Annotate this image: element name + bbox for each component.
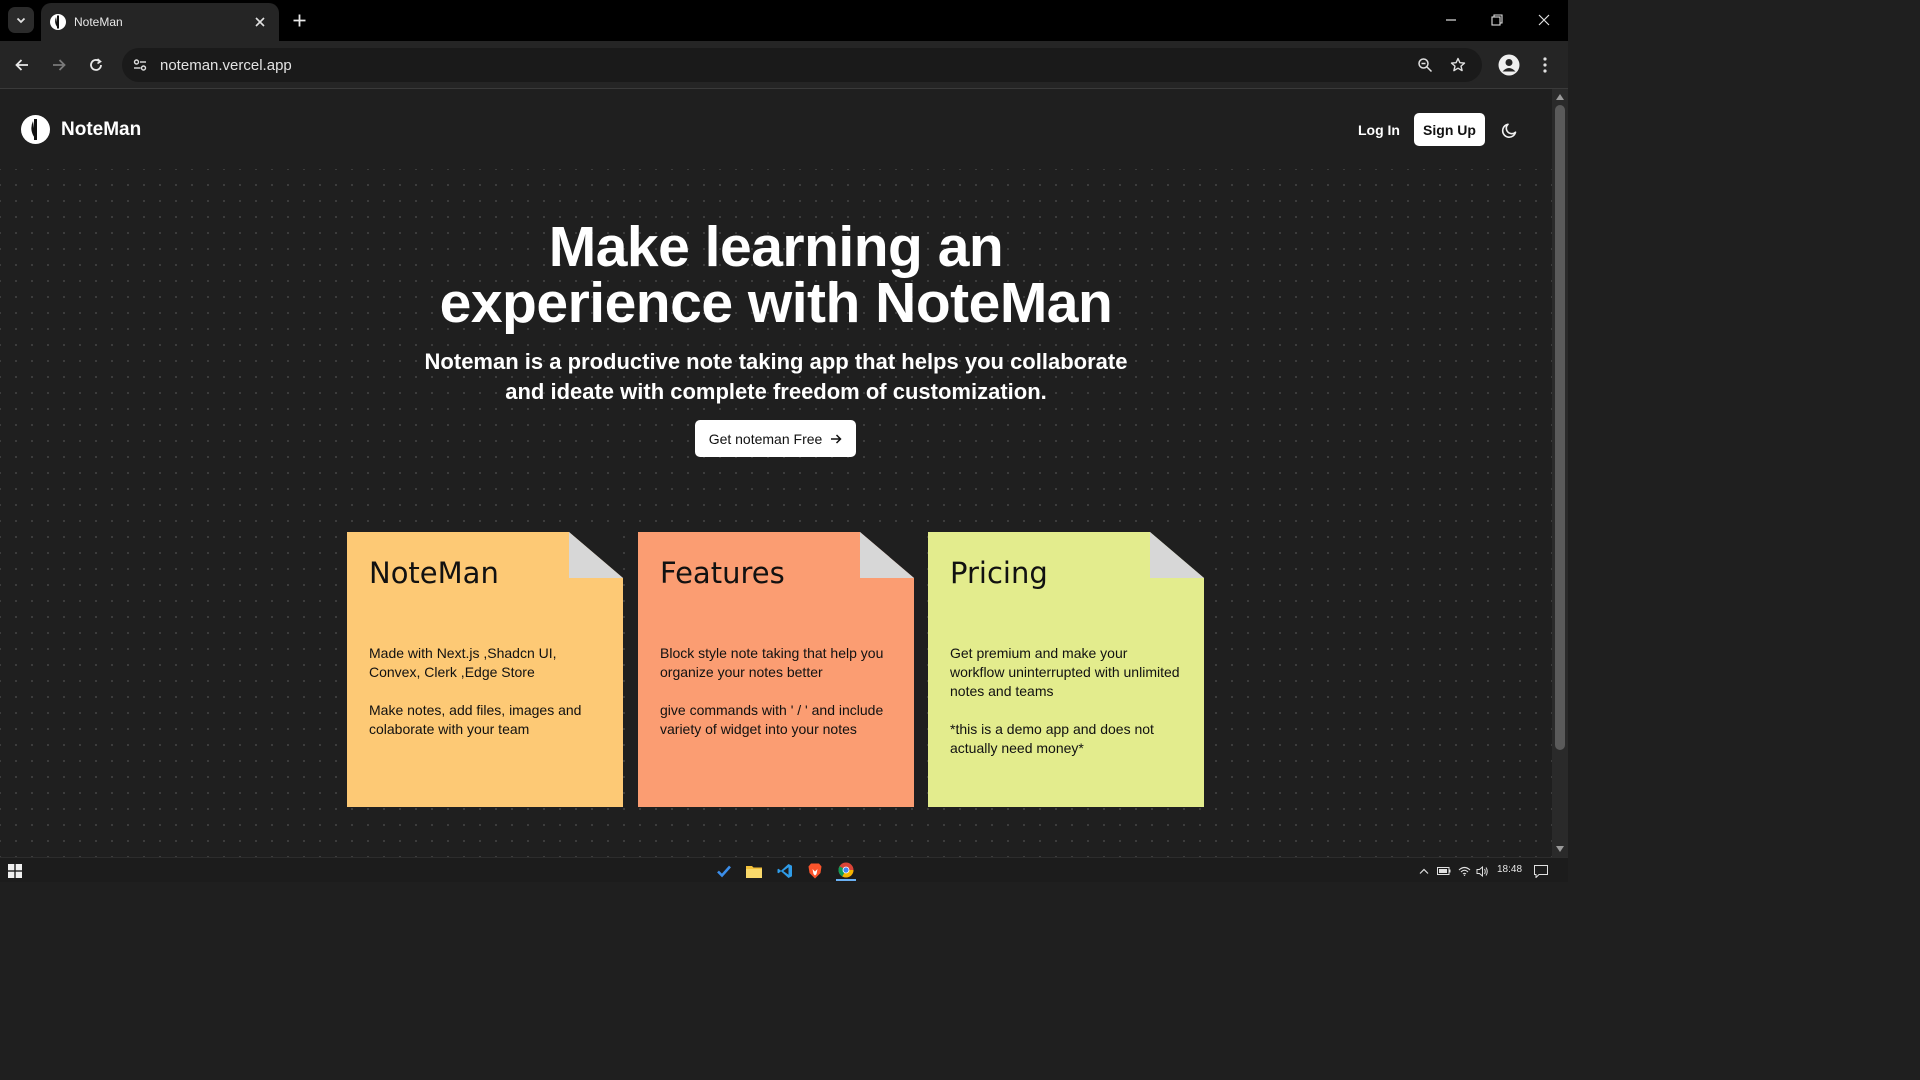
todo-app-icon[interactable] — [714, 861, 734, 881]
brand-logo[interactable]: NoteMan — [21, 115, 141, 144]
card-body: Get premium and make your workflow unint… — [950, 644, 1182, 758]
close-tab-icon[interactable] — [251, 13, 269, 31]
os-taskbar: 18:48 — [0, 857, 1568, 882]
moon-icon — [1501, 123, 1517, 138]
page-viewport: NoteMan Log In Sign Up Make learning an … — [0, 89, 1568, 857]
new-tab-button[interactable] — [288, 9, 310, 31]
hero-title: Make learning an experience with NoteMan — [439, 215, 1113, 335]
note-card-noteman: NoteMan Made with Next.js ,Shadcn UI, Co… — [347, 532, 623, 807]
close-icon — [1538, 14, 1550, 26]
scroll-up-arrow-icon[interactable] — [1552, 89, 1568, 105]
vscode-icon[interactable] — [775, 861, 795, 881]
back-button[interactable] — [9, 52, 35, 78]
close-window-button[interactable] — [1532, 8, 1556, 32]
browser-menu-button[interactable] — [1535, 53, 1555, 77]
browser-tab[interactable]: NoteMan — [41, 3, 279, 41]
hero-subtitle: Noteman is a productive note taking app … — [424, 349, 1128, 404]
brand-name: NoteMan — [61, 118, 142, 140]
url-text[interactable]: noteman.vercel.app — [160, 57, 292, 74]
user-avatar-icon — [1498, 54, 1520, 76]
minimize-button[interactable] — [1439, 8, 1463, 32]
address-bar[interactable]: noteman.vercel.app — [122, 48, 1482, 82]
page-fold-icon — [569, 532, 623, 578]
scrollbar-thumb[interactable] — [1555, 105, 1565, 750]
signup-button[interactable]: Sign Up — [1414, 113, 1485, 146]
site-info-icon[interactable] — [131, 56, 149, 74]
chevron-down-icon — [16, 17, 26, 24]
card-title: Features — [660, 556, 785, 590]
reload-button[interactable] — [83, 52, 109, 78]
page-fold-icon — [860, 532, 914, 578]
page-scrollbar[interactable] — [1552, 89, 1568, 857]
card-text: Block style note taking that help you or… — [660, 645, 884, 680]
note-card-features: Features Block style note taking that he… — [638, 532, 914, 807]
card-text: Made with Next.js ,Shadcn UI, Convex, Cl… — [369, 645, 557, 680]
plus-icon — [293, 14, 305, 26]
noteman-favicon-icon — [50, 14, 66, 30]
brave-browser-icon[interactable] — [805, 861, 825, 881]
get-started-button[interactable]: Get noteman Free — [695, 420, 856, 457]
theme-toggle-button[interactable] — [1497, 117, 1523, 143]
browser-toolbar: noteman.vercel.app — [0, 41, 1568, 89]
restore-button[interactable] — [1485, 8, 1509, 32]
card-text: Get premium and make your workflow unint… — [950, 645, 1180, 699]
volume-icon[interactable] — [1474, 863, 1490, 879]
hero-section: Make learning an experience with NoteMan… — [0, 219, 1552, 407]
more-vertical-icon — [1543, 57, 1547, 73]
taskbar-clock[interactable]: 18:48 — [1497, 864, 1522, 875]
card-text: *this is a demo app and does not actuall… — [950, 721, 1154, 756]
file-explorer-icon[interactable] — [744, 861, 764, 881]
battery-icon[interactable] — [1436, 863, 1452, 879]
site-header: NoteMan Log In Sign Up — [0, 89, 1552, 169]
zoom-icon[interactable] — [1416, 56, 1434, 74]
restore-icon — [1491, 14, 1503, 26]
page-fold-icon — [1150, 532, 1204, 578]
login-button[interactable]: Log In — [1345, 113, 1413, 146]
card-text: Make notes, add files, images and colabo… — [369, 702, 582, 737]
noteman-logo-icon — [21, 115, 50, 144]
card-body: Block style note taking that help you or… — [660, 644, 892, 739]
profile-button[interactable] — [1497, 53, 1521, 77]
bookmark-star-icon[interactable] — [1449, 56, 1467, 74]
arrow-right-icon — [831, 433, 842, 444]
minimize-icon — [1446, 19, 1456, 21]
reload-icon — [90, 58, 102, 71]
card-title: Pricing — [950, 556, 1048, 590]
arrow-right-icon — [53, 59, 66, 71]
forward-button[interactable] — [46, 52, 72, 78]
browser-tab-strip: NoteMan — [0, 0, 1568, 41]
card-text: give commands with ' / ' and include var… — [660, 702, 884, 737]
card-title: NoteMan — [369, 556, 499, 590]
scroll-down-arrow-icon[interactable] — [1552, 841, 1568, 857]
tab-search-button[interactable] — [8, 7, 34, 33]
card-body: Made with Next.js ,Shadcn UI, Convex, Cl… — [369, 644, 601, 739]
tray-chevron-up-icon[interactable] — [1416, 863, 1432, 879]
chrome-browser-icon[interactable] — [836, 861, 856, 881]
tab-title: NoteMan — [74, 15, 123, 29]
note-card-pricing: Pricing Get premium and make your workfl… — [928, 532, 1204, 807]
arrow-left-icon — [15, 59, 28, 71]
get-started-label: Get noteman Free — [708, 430, 823, 447]
windows-start-icon[interactable] — [5, 861, 25, 881]
wifi-icon[interactable] — [1456, 863, 1472, 879]
notification-center-icon[interactable] — [1533, 863, 1549, 879]
